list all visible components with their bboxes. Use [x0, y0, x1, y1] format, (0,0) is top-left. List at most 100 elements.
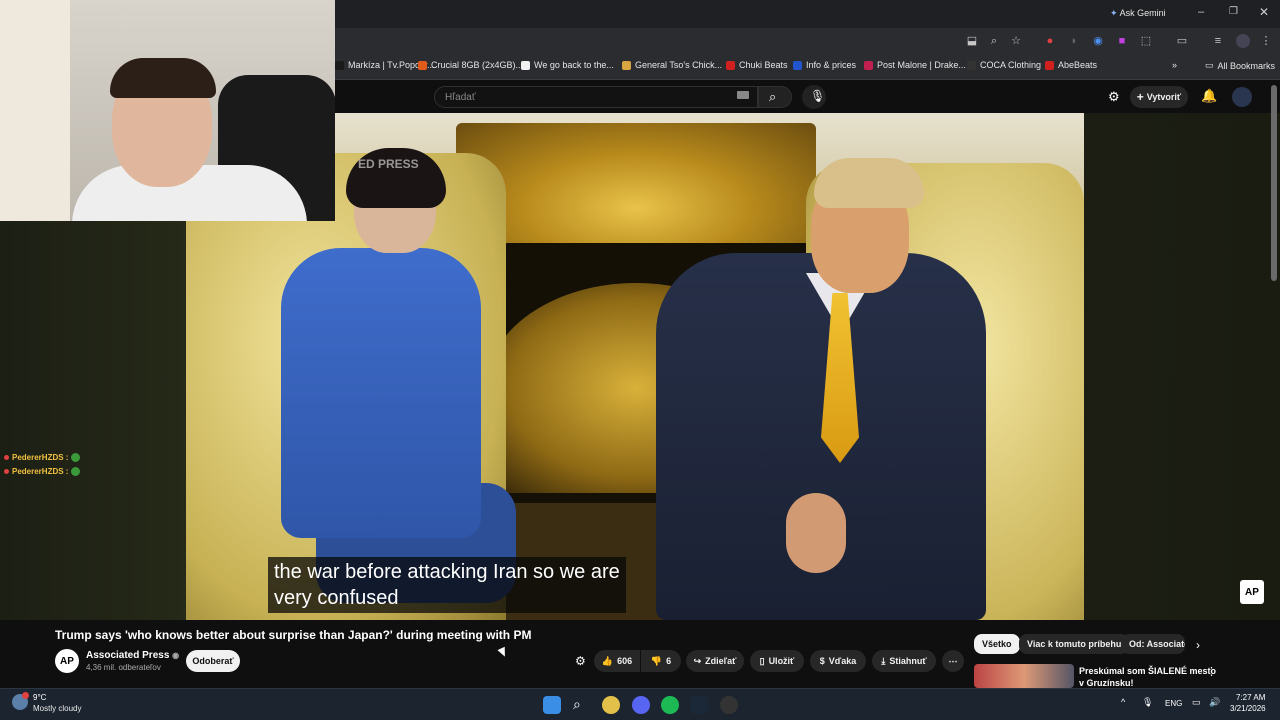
download-icon: ⤓ — [881, 655, 886, 666]
chat-badge-icon — [4, 469, 9, 474]
gear-icon[interactable]: ⚙ — [1108, 89, 1120, 105]
bookmark-favicon-icon — [521, 60, 530, 70]
bookmark-favicon-icon — [864, 60, 873, 70]
dislike-button[interactable]: 👎 6 — [641, 650, 681, 672]
weather-badge — [22, 692, 29, 699]
voice-search-button[interactable]: 🎙 — [802, 85, 826, 109]
bookmark-icon: ▯ — [759, 655, 765, 666]
folder-icon: ▭ — [1205, 60, 1214, 70]
emote-icon — [71, 467, 81, 476]
more-vertical-icon[interactable]: ⋮ — [1206, 665, 1217, 678]
recommendation-title[interactable]: Preskúmal som ŠIALENÉ mesto v Gruzínsku! — [1079, 665, 1216, 689]
chat-message: PedererHZDS : — [4, 453, 81, 462]
thumbs-down-icon: 👎 — [650, 655, 663, 666]
recommendation-thumbnail[interactable] — [974, 664, 1074, 688]
emote-icon — [71, 453, 81, 462]
thanks-button[interactable]: $ Vďaka — [810, 650, 866, 672]
chat-message: PedererHZDS : — [4, 467, 81, 476]
chip-all[interactable]: Všetko — [974, 634, 1020, 654]
bookmarks-overflow-icon[interactable]: » — [1172, 60, 1177, 70]
star-icon[interactable]: ☆ — [1010, 35, 1022, 47]
all-bookmarks-button[interactable]: ▭ All Bookmarks — [1205, 60, 1275, 71]
install-icon[interactable]: ⬓ — [966, 35, 978, 47]
subscriber-count: 4,36 mil. odberateľov — [86, 663, 161, 672]
more-horizontal-icon: ⋯ — [948, 655, 958, 666]
sparkle-icon: ✦ — [1110, 8, 1118, 18]
share-button[interactable]: ↪ Zdieľať — [686, 650, 744, 672]
video-stamp: ED PRESS — [358, 157, 419, 171]
plus-icon: + — [1136, 90, 1144, 104]
profile-avatar[interactable] — [1236, 34, 1250, 48]
save-button[interactable]: ▯ Uložiť — [750, 650, 804, 672]
reading-list-icon[interactable]: ≡ — [1212, 35, 1224, 47]
clock-date[interactable]: 3/21/2026 — [1230, 704, 1266, 713]
channel-name[interactable]: Associated Press ◉ — [86, 650, 179, 661]
create-button[interactable]: + Vytvoriť — [1130, 86, 1188, 108]
download-button[interactable]: ⤓ Stiahnuť — [872, 650, 936, 672]
subscribe-button[interactable]: Odoberať — [186, 650, 240, 672]
chrome-icon[interactable] — [602, 696, 620, 714]
steam-icon[interactable] — [690, 696, 708, 714]
tab-search-icon[interactable]: ▭ — [1176, 35, 1188, 47]
chip-from-channel[interactable]: Od: Associate — [1121, 634, 1185, 654]
bookmark-item[interactable]: COCA Clothing — [967, 60, 1041, 70]
extension-purple-icon[interactable]: ■ — [1116, 35, 1128, 47]
app-icon[interactable] — [720, 696, 738, 714]
extension-gray-icon[interactable]: ◗ — [1068, 35, 1080, 47]
mic-icon[interactable]: 🎙 — [1142, 697, 1153, 708]
weather-temp: 9°C — [33, 693, 47, 702]
channel-avatar[interactable]: AP — [55, 649, 79, 673]
webcam-hair — [110, 58, 216, 98]
bookmark-item[interactable]: Chuki Beats — [726, 60, 788, 70]
bookmark-item[interactable]: AbeBeats — [1045, 60, 1097, 70]
close-icon[interactable]: ✕ — [1259, 5, 1269, 19]
clock-time[interactable]: 7:27 AM — [1236, 693, 1265, 702]
bookmark-favicon-icon — [622, 60, 631, 70]
bell-icon[interactable]: 🔔 — [1201, 88, 1217, 104]
ask-gemini-button[interactable]: ✦ Ask Gemini — [1110, 8, 1166, 19]
tray-chevron-up-icon[interactable]: ^ — [1121, 697, 1125, 707]
minimize-icon[interactable]: – — [1198, 6, 1204, 18]
ap-watermark-logo: AP — [1240, 580, 1264, 604]
puzzle-icon[interactable]: ⬚ — [1140, 35, 1152, 47]
thumbs-up-icon: 👍 — [601, 655, 614, 666]
bookmark-favicon-icon — [418, 60, 427, 70]
extension-red-icon[interactable]: ● — [1044, 35, 1056, 47]
bookmark-item[interactable]: Post Malone | Drake... — [864, 60, 966, 70]
volume-icon[interactable]: 🔊 — [1209, 697, 1220, 708]
language-indicator[interactable]: ENG — [1165, 699, 1182, 708]
restore-icon[interactable]: ❐ — [1229, 6, 1238, 17]
extension-blue-icon[interactable]: ◉ — [1092, 35, 1104, 47]
bookmark-item[interactable]: General Tso's Chick... — [622, 60, 722, 70]
bookmark-item[interactable]: Crucial 8GB (2x4GB)... — [418, 60, 523, 70]
more-actions-button[interactable]: ⋯ — [942, 650, 964, 672]
search-icon[interactable]: ⌕ — [573, 696, 591, 714]
dollar-icon: $ — [819, 656, 825, 666]
bookmark-favicon-icon — [726, 60, 735, 70]
spotify-icon[interactable] — [661, 696, 679, 714]
bookmark-item[interactable]: Info & prices — [793, 60, 856, 70]
gear-icon[interactable]: ⚙ — [575, 654, 586, 668]
keyboard-icon[interactable] — [737, 91, 749, 99]
search-input[interactable]: Hľadať — [434, 86, 758, 108]
video-man-hair — [814, 158, 924, 208]
account-avatar[interactable] — [1232, 87, 1252, 107]
like-button[interactable]: 👍 606 — [594, 650, 640, 672]
zoom-icon[interactable]: ⌕ — [988, 35, 1000, 47]
bookmark-favicon-icon — [1045, 60, 1054, 70]
verified-icon: ◉ — [172, 651, 180, 660]
chip-related-story[interactable]: Viac k tomuto príbehu — [1019, 634, 1130, 654]
weather-desc: Mostly cloudy — [33, 704, 82, 713]
more-menu-icon[interactable]: ⋮ — [1260, 35, 1272, 47]
search-button[interactable]: ⌕ — [758, 86, 792, 108]
video-title: Trump says 'who knows better about surpr… — [55, 628, 532, 642]
windows-start-icon[interactable] — [543, 696, 561, 714]
mouse-cursor-icon — [497, 646, 509, 659]
bookmark-item[interactable]: We go back to the... — [521, 60, 614, 70]
chevron-right-icon[interactable]: › — [1196, 638, 1200, 652]
chat-badge-icon — [4, 455, 9, 460]
page-scrollbar[interactable] — [1271, 85, 1277, 281]
discord-icon[interactable] — [632, 696, 650, 714]
network-icon[interactable]: ▭ — [1192, 697, 1201, 708]
webcam-curtain — [0, 0, 70, 221]
